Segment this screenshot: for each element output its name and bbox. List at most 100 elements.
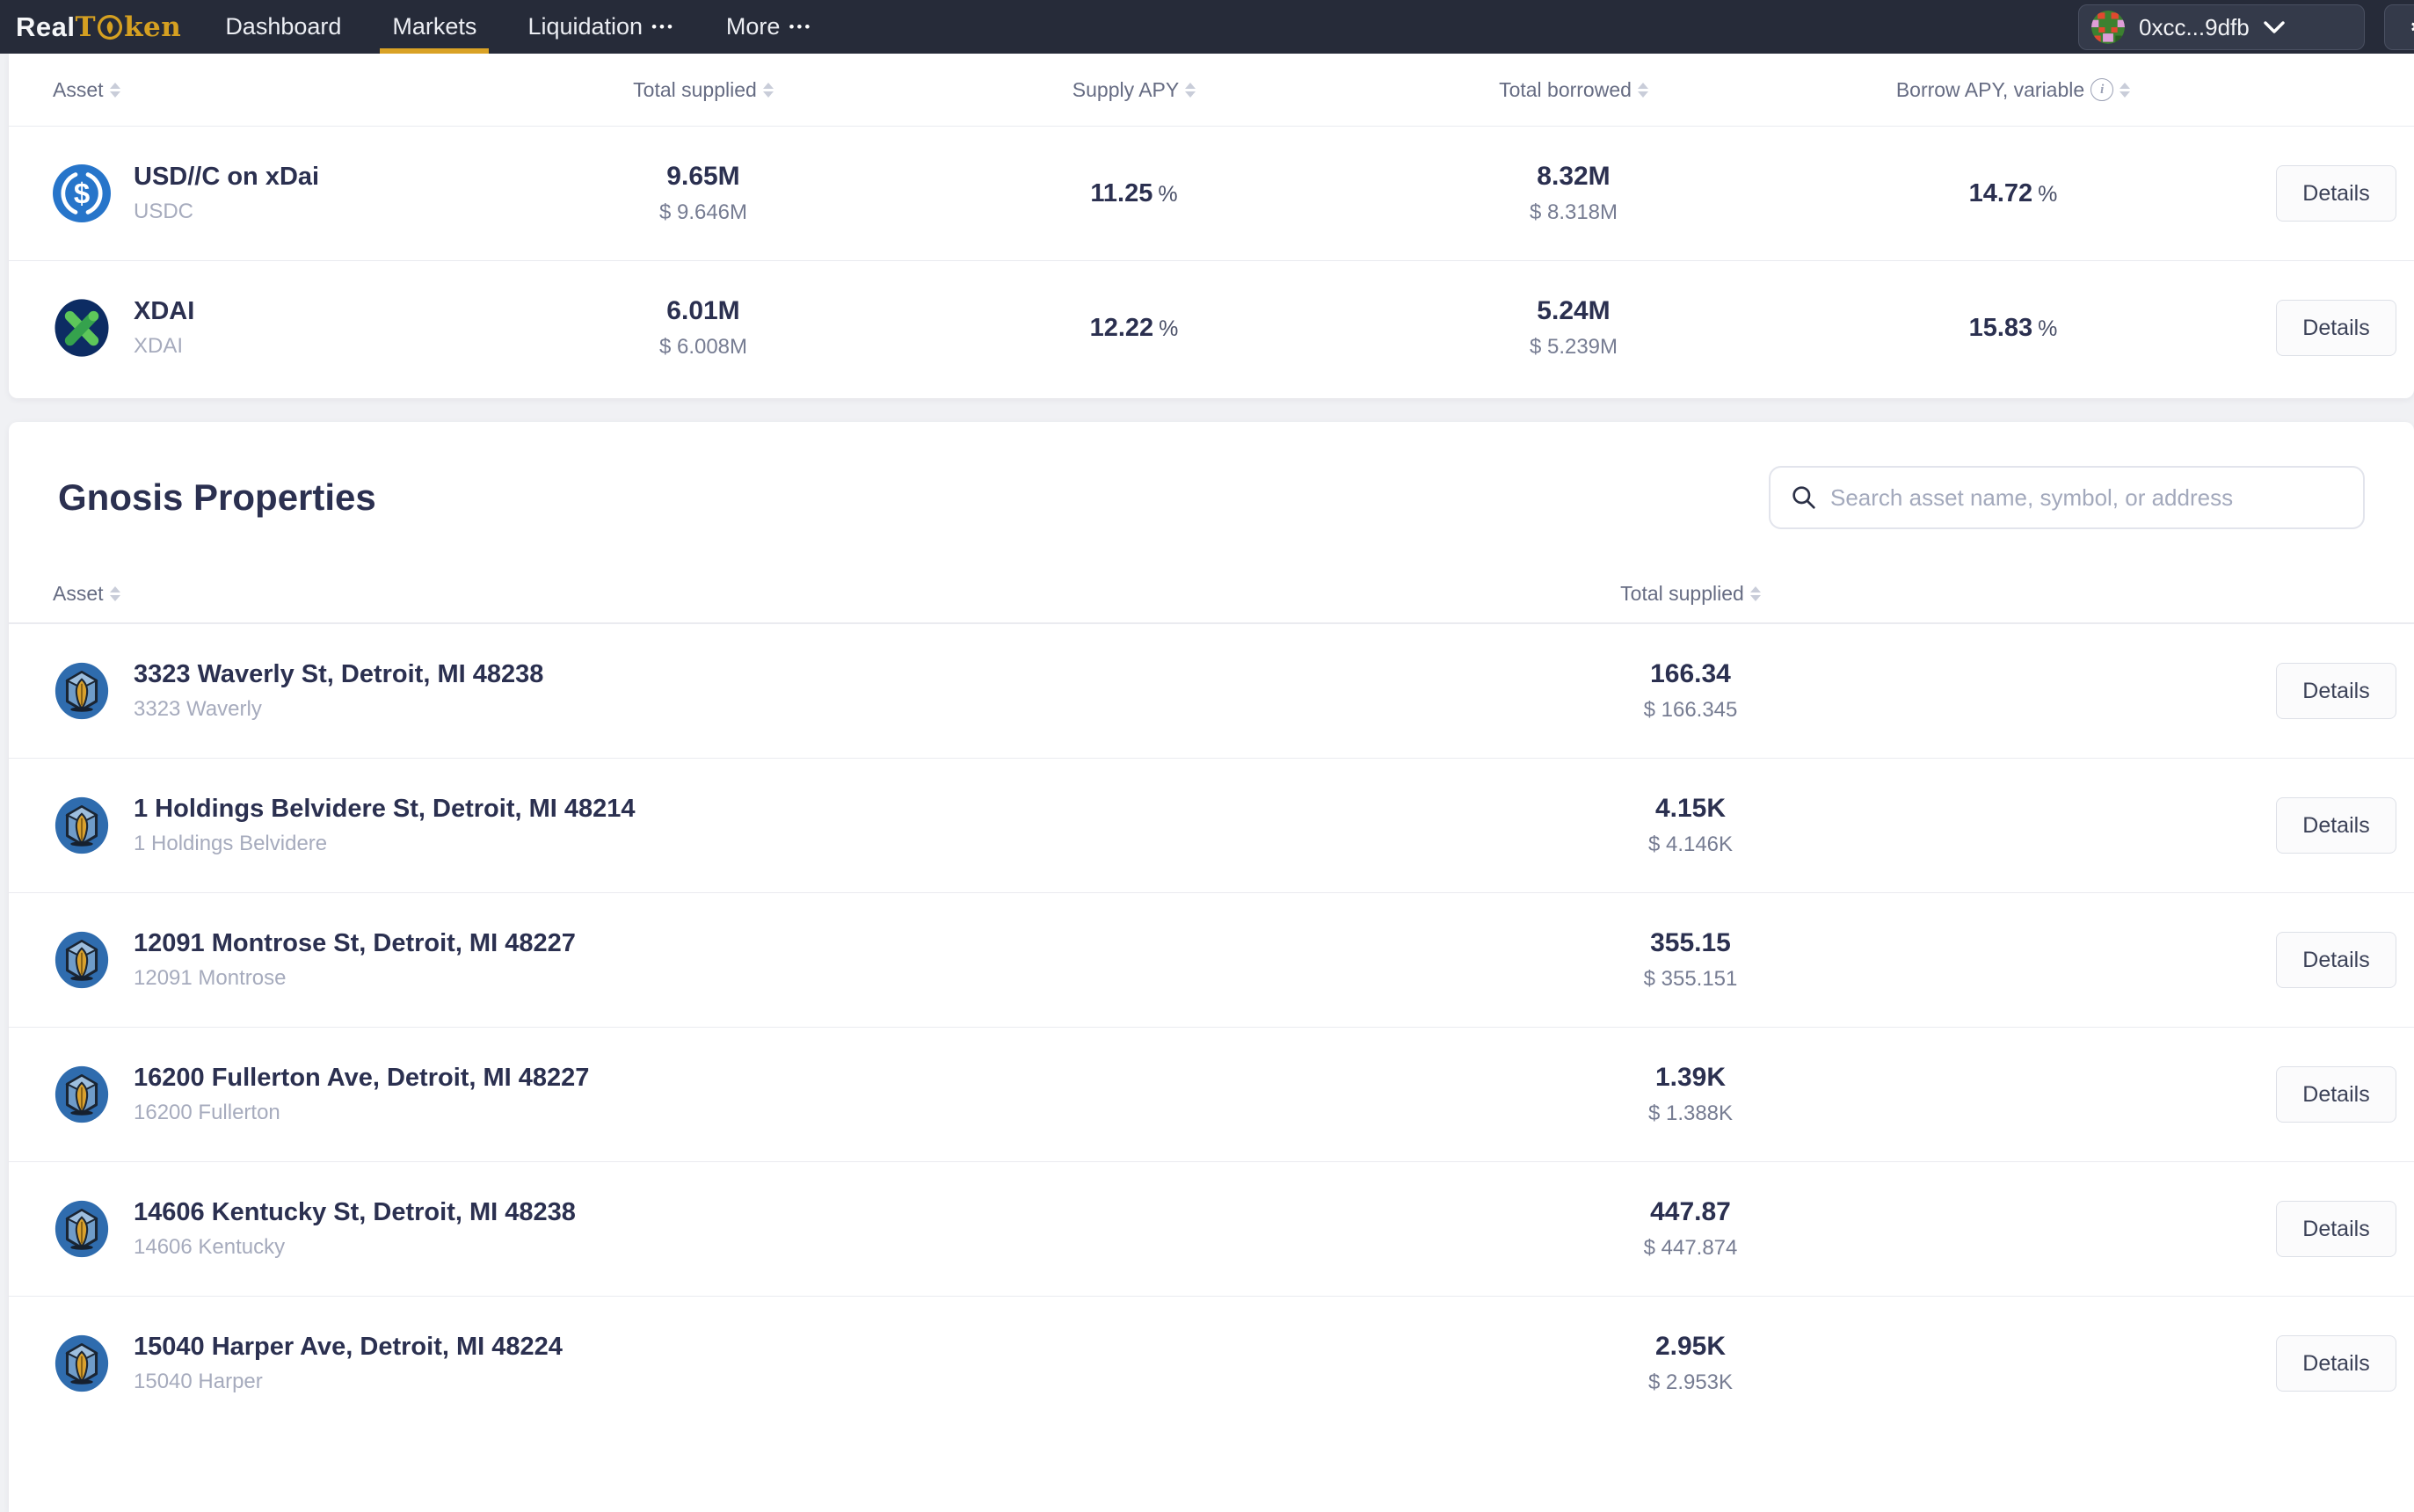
search-icon bbox=[1790, 483, 1818, 512]
details-button[interactable]: Details bbox=[2276, 165, 2396, 222]
realtoken-property-icon bbox=[53, 1334, 111, 1392]
chevron-down-icon bbox=[2264, 21, 2285, 33]
usdc-icon: $ bbox=[53, 164, 111, 222]
total-supplied-cell: 4.15K $ 4.146K bbox=[1392, 794, 1989, 857]
sort-icon bbox=[763, 83, 774, 98]
property-row[interactable]: 15040 Harper Ave, Detroit, MI 48224 1504… bbox=[9, 1296, 2414, 1430]
wallet-address: 0xcc...9dfb bbox=[2139, 14, 2250, 41]
gear-icon: ⚙ bbox=[2410, 12, 2414, 43]
supply-apy-cell: 11.25 % bbox=[914, 179, 1354, 208]
total-supplied-cell: 1.39K $ 1.388K bbox=[1392, 1063, 1989, 1126]
col-header-total-borrowed[interactable]: Total borrowed bbox=[1354, 78, 1793, 102]
gnosis-properties-card: Gnosis Properties Asset Total supplied 3… bbox=[9, 422, 2414, 1512]
coin-icon bbox=[97, 14, 123, 40]
nav-item-liquidation-label: Liquidation bbox=[527, 13, 643, 40]
logo-text-ken: ken bbox=[124, 11, 181, 43]
col-header-asset[interactable]: Asset bbox=[53, 582, 1392, 606]
logo-text-real: Real bbox=[16, 11, 75, 43]
col-header-asset[interactable]: Asset bbox=[53, 78, 492, 102]
section-title: Gnosis Properties bbox=[58, 476, 376, 519]
total-supplied-cell: 447.87 $ 447.874 bbox=[1392, 1197, 1989, 1261]
sort-icon bbox=[1638, 83, 1648, 98]
nav-item-more[interactable]: More ••• bbox=[726, 0, 812, 54]
search-input[interactable] bbox=[1769, 466, 2365, 529]
total-supplied-cell: 6.01M $ 6.008M bbox=[492, 296, 914, 360]
sort-icon bbox=[1750, 586, 1761, 601]
property-address: 1 Holdings Belvidere St, Detroit, MI 482… bbox=[134, 795, 636, 824]
percent-sign: % bbox=[1159, 316, 1178, 342]
property-symbol: 12091 Montrose bbox=[134, 966, 576, 991]
total-supplied-cell: 166.34 $ 166.345 bbox=[1392, 659, 1989, 723]
asset-name: XDAI bbox=[134, 297, 194, 326]
total-supplied-cell: 355.15 $ 355.151 bbox=[1392, 928, 1989, 992]
percent-sign: % bbox=[1158, 182, 1177, 207]
property-row[interactable]: 16200 Fullerton Ave, Detroit, MI 48227 1… bbox=[9, 1027, 2414, 1161]
total-borrowed-cell: 5.24M $ 5.239M bbox=[1354, 296, 1793, 360]
property-symbol: 16200 Fullerton bbox=[134, 1101, 589, 1125]
properties-table-header: Asset Total supplied bbox=[9, 564, 2414, 623]
logo-text-t: T bbox=[75, 11, 96, 43]
svg-text:$: $ bbox=[74, 177, 90, 209]
col-header-total-supplied[interactable]: Total supplied bbox=[492, 78, 914, 102]
market-row-xdai[interactable]: XDAI XDAI 6.01M $ 6.008M 12.22 % 5.24M $… bbox=[9, 260, 2414, 395]
sort-icon bbox=[110, 83, 120, 98]
property-symbol: 1 Holdings Belvidere bbox=[134, 832, 636, 856]
asset-name: USD//C on xDai bbox=[134, 163, 319, 192]
details-button[interactable]: Details bbox=[2276, 663, 2396, 719]
details-button[interactable]: Details bbox=[2276, 797, 2396, 854]
property-symbol: 3323 Waverly bbox=[134, 697, 543, 722]
total-supplied-cell: 2.95K $ 2.953K bbox=[1392, 1332, 1989, 1395]
col-header-borrow-apy[interactable]: Borrow APY, variable i bbox=[1793, 78, 2233, 102]
top-nav: RealTken Dashboard Markets Liquidation •… bbox=[0, 0, 2414, 54]
nav-item-dashboard-label: Dashboard bbox=[225, 13, 341, 40]
nav-item-liquidation[interactable]: Liquidation ••• bbox=[527, 0, 674, 54]
nav-item-more-label: More bbox=[726, 13, 781, 40]
sort-icon bbox=[110, 586, 120, 601]
wallet-avatar bbox=[2091, 11, 2125, 44]
nav-item-markets[interactable]: Markets bbox=[392, 0, 476, 54]
property-address: 12091 Montrose St, Detroit, MI 48227 bbox=[134, 929, 576, 958]
info-icon[interactable]: i bbox=[2090, 78, 2113, 101]
property-address: 14606 Kentucky St, Detroit, MI 48238 bbox=[134, 1198, 576, 1227]
asset-symbol: USDC bbox=[134, 200, 319, 224]
nav-item-dashboard[interactable]: Dashboard bbox=[225, 0, 341, 54]
nav-item-markets-label: Markets bbox=[392, 13, 476, 40]
percent-sign: % bbox=[2038, 316, 2057, 342]
total-supplied-cell: 9.65M $ 9.646M bbox=[492, 162, 914, 225]
property-symbol: 15040 Harper bbox=[134, 1370, 563, 1394]
realtoken-property-icon bbox=[53, 1200, 111, 1258]
realtoken-logo[interactable]: RealTken bbox=[16, 11, 181, 43]
col-header-total-supplied[interactable]: Total supplied bbox=[1392, 582, 1989, 606]
property-row[interactable]: 3323 Waverly St, Detroit, MI 48238 3323 … bbox=[9, 623, 2414, 758]
details-button[interactable]: Details bbox=[2276, 1066, 2396, 1123]
realtoken-property-icon bbox=[53, 796, 111, 854]
asset-symbol: XDAI bbox=[134, 334, 194, 359]
property-row[interactable]: 12091 Montrose St, Detroit, MI 48227 120… bbox=[9, 892, 2414, 1027]
col-header-supply-apy[interactable]: Supply APY bbox=[914, 78, 1354, 102]
borrow-apy-cell: 14.72 % bbox=[1793, 179, 2233, 208]
xdai-icon bbox=[53, 299, 111, 357]
percent-sign: % bbox=[2038, 182, 2057, 207]
wallet-button[interactable]: 0xcc...9dfb bbox=[2078, 4, 2365, 50]
realtoken-property-icon bbox=[53, 931, 111, 989]
ellipsis-badge-icon: ••• bbox=[789, 18, 812, 36]
realtoken-property-icon bbox=[53, 662, 111, 720]
ellipsis-badge-icon: ••• bbox=[651, 18, 675, 36]
sort-icon bbox=[1185, 83, 1196, 98]
details-button[interactable]: Details bbox=[2276, 300, 2396, 356]
markets-table-header: Asset Total supplied Supply APY Total bo… bbox=[9, 54, 2414, 126]
supply-apy-cell: 12.22 % bbox=[914, 314, 1354, 343]
property-address: 3323 Waverly St, Detroit, MI 48238 bbox=[134, 660, 543, 689]
markets-table-card: Asset Total supplied Supply APY Total bo… bbox=[9, 54, 2414, 398]
settings-button[interactable]: ⚙ bbox=[2384, 4, 2414, 50]
details-button[interactable]: Details bbox=[2276, 932, 2396, 988]
total-borrowed-cell: 8.32M $ 8.318M bbox=[1354, 162, 1793, 225]
borrow-apy-cell: 15.83 % bbox=[1793, 314, 2233, 343]
details-button[interactable]: Details bbox=[2276, 1201, 2396, 1257]
property-row[interactable]: 1 Holdings Belvidere St, Detroit, MI 482… bbox=[9, 758, 2414, 892]
sort-icon bbox=[2120, 83, 2130, 98]
property-symbol: 14606 Kentucky bbox=[134, 1235, 576, 1260]
details-button[interactable]: Details bbox=[2276, 1335, 2396, 1392]
property-row[interactable]: 14606 Kentucky St, Detroit, MI 48238 146… bbox=[9, 1161, 2414, 1296]
market-row-usdc[interactable]: $ USD//C on xDai USDC 9.65M $ 9.646M 11.… bbox=[9, 126, 2414, 260]
